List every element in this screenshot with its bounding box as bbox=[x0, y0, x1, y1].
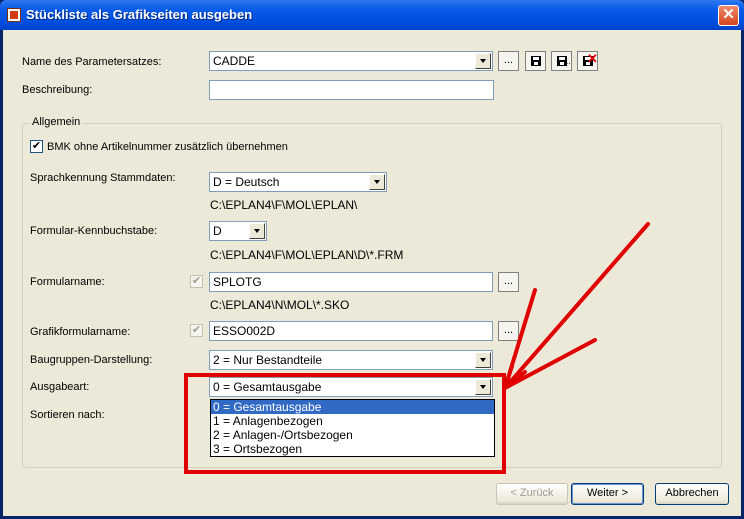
dialog-window: Stückliste als Grafikseiten ausgeben ✕ N… bbox=[0, 0, 744, 519]
highlight-rectangle bbox=[184, 373, 506, 474]
annotation-arrow bbox=[503, 222, 650, 390]
annotation-overlay bbox=[184, 222, 650, 474]
